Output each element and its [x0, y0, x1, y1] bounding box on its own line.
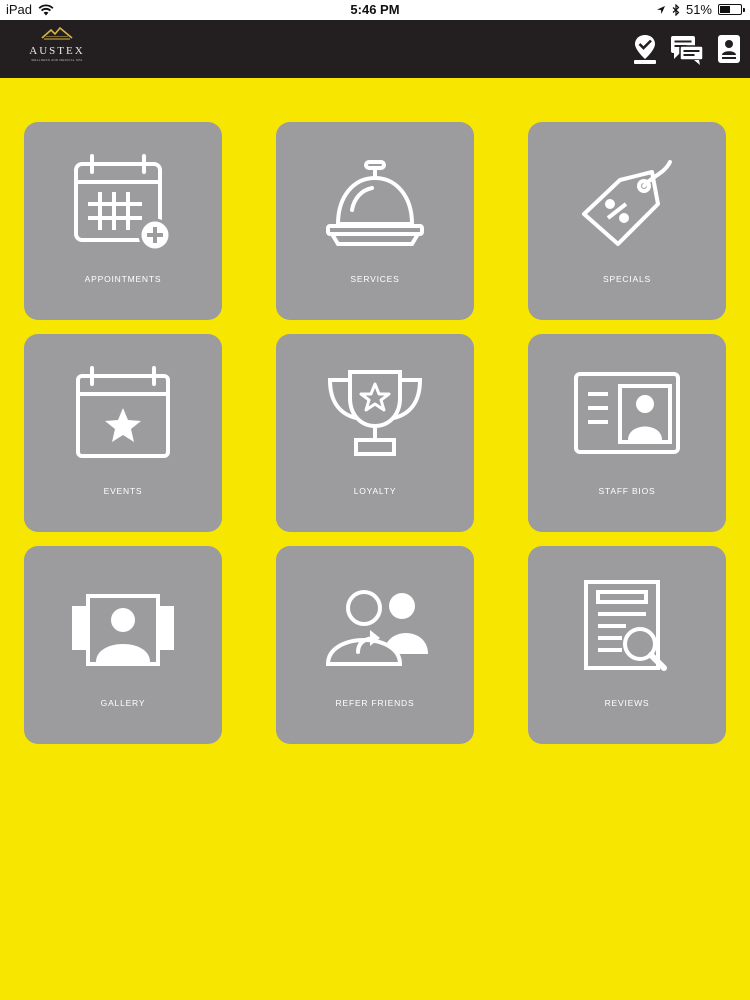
battery-fill [720, 6, 730, 13]
status-right: 51% [656, 2, 745, 17]
tile-label: GALLERY [100, 698, 146, 708]
service-bell-icon [326, 160, 424, 246]
trophy-icon [327, 370, 423, 456]
tile-label: REFER FRIENDS [335, 698, 415, 708]
tile-services[interactable]: SERVICES [276, 122, 474, 320]
profile-card-icon[interactable] [716, 33, 742, 65]
refer-users-icon [325, 590, 428, 666]
tile-reviews[interactable]: REVIEWS [528, 546, 726, 744]
tile-loyalty[interactable]: LOYALTY [276, 334, 474, 532]
status-bar: iPad 5:46 PM 51% [0, 0, 750, 20]
tile-label: EVENTS [103, 486, 143, 496]
battery-icon [718, 4, 745, 15]
tile-staff-bios[interactable]: STAFF BIOS [528, 334, 726, 532]
logo-tagline: WELLNESS AND MEDICAL SPA [31, 58, 83, 62]
check-in-badge-icon[interactable] [630, 33, 660, 65]
tile-events[interactable]: EVENTS [24, 334, 222, 532]
tile-refer-friends[interactable]: REFER FRIENDS [276, 546, 474, 744]
tile-gallery[interactable]: GALLERY [24, 546, 222, 744]
tile-specials[interactable]: SPECIALS [528, 122, 726, 320]
bluetooth-icon [672, 3, 680, 16]
app-header: AUSTEX WELLNESS AND MEDICAL SPA [0, 20, 750, 78]
austex-logo[interactable]: AUSTEX WELLNESS AND MEDICAL SPA [28, 26, 86, 74]
battery-percent: 51% [685, 2, 712, 17]
photo-gallery-icon [72, 594, 174, 666]
tile-label: APPOINTMENTS [84, 274, 162, 284]
mountain-logo-icon [41, 26, 73, 40]
messages-icon[interactable] [670, 33, 704, 65]
calendar-plus-icon [74, 154, 172, 252]
tile-label: SERVICES [350, 274, 400, 284]
status-time: 5:46 PM [350, 2, 400, 17]
tile-appointments[interactable]: APPOINTMENTS [24, 122, 222, 320]
tile-label: STAFF BIOS [598, 486, 656, 496]
location-arrow-icon [656, 5, 665, 14]
tile-label: LOYALTY [353, 486, 397, 496]
logo-name: AUSTEX [29, 45, 85, 57]
calendar-star-icon [76, 366, 170, 458]
tile-label: SPECIALS [603, 274, 651, 284]
document-search-icon [584, 580, 667, 671]
percent-tag-icon [582, 160, 672, 246]
id-card-icon [574, 372, 680, 454]
tile-label: REVIEWS [604, 698, 650, 708]
